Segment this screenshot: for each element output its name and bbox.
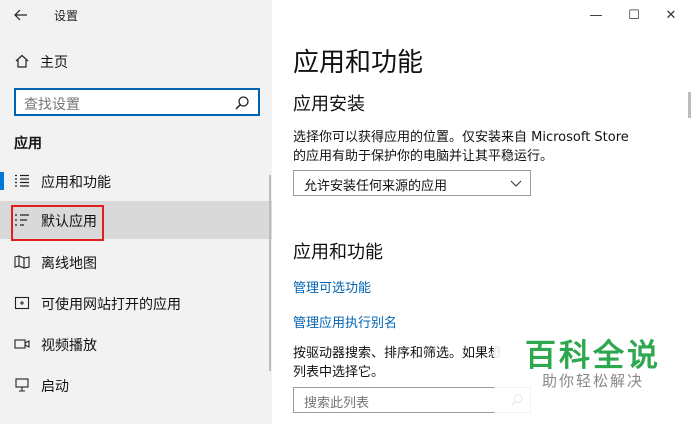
sidebar-item-apps-for-websites[interactable]: 可使用网站打开的应用 <box>0 284 272 322</box>
sidebar-item-offline-maps[interactable]: 离线地图 <box>0 243 272 281</box>
main-content: — ☐ ✕ 应用和功能 应用安装 选择你可以获得应用的位置。仅安装来自 Micr… <box>272 0 692 424</box>
chevron-down-icon <box>510 180 522 187</box>
sidebar-item-startup[interactable]: 启动 <box>0 366 272 404</box>
maximize-button[interactable]: ☐ <box>615 0 653 30</box>
sidebar-item-label: 启动 <box>41 379 69 395</box>
manage-optional-features-link[interactable]: 管理可选功能 <box>293 277 371 296</box>
watermark: 百科全说 助你轻松解决 <box>494 330 692 424</box>
install-description: 选择你可以获得应用的位置。仅安装来自 Microsoft Store 的应用有助… <box>293 130 629 164</box>
manage-app-aliases-link[interactable]: 管理应用执行别名 <box>293 312 397 331</box>
window-title: 设置 <box>54 9 79 23</box>
search-placeholder: 查找设置 <box>24 97 80 113</box>
install-heading: 应用安装 <box>293 94 365 115</box>
section-label-apps: 应用 <box>14 136 42 152</box>
sidebar-scrollbar[interactable] <box>269 175 271 371</box>
back-button[interactable] <box>10 5 32 25</box>
home-icon <box>15 54 29 68</box>
back-arrow-icon <box>14 9 27 21</box>
sidebar-item-video-playback[interactable]: 视频播放 <box>0 325 272 363</box>
sidebar-item-label: 离线地图 <box>41 256 97 272</box>
close-button[interactable]: ✕ <box>652 0 690 30</box>
features-heading: 应用和功能 <box>293 242 383 263</box>
watermark-title: 百科全说 <box>525 338 661 374</box>
main-scrollbar[interactable] <box>688 92 691 118</box>
settings-search-input[interactable]: 查找设置 <box>14 88 260 116</box>
page-title: 应用和功能 <box>293 48 424 78</box>
dropdown-value: 允许安装任何来源的应用 <box>304 179 448 194</box>
sidebar-item-label: 视频播放 <box>41 338 97 354</box>
sidebar: 设置 主页 查找设置 应用 应用和功能 默认应用 离线地图 可使用网站打开的应用… <box>0 0 272 424</box>
home-label: 主页 <box>40 55 68 71</box>
highlight-annotation <box>11 205 104 241</box>
install-source-dropdown[interactable]: 允许安装任何来源的应用 <box>293 170 531 196</box>
apps-for-websites-icon <box>14 296 30 310</box>
startup-icon <box>15 378 29 392</box>
active-indicator <box>0 172 4 190</box>
video-playback-icon <box>14 339 30 349</box>
minimize-icon: — <box>589 7 603 23</box>
titlebar: 设置 <box>0 0 272 30</box>
sidebar-item-label: 应用和功能 <box>41 175 111 191</box>
watermark-subtitle: 助你轻松解决 <box>541 372 644 390</box>
offline-maps-icon <box>14 255 30 269</box>
sidebar-item-apps-features[interactable]: 应用和功能 <box>0 162 272 200</box>
features-description: 按驱动器搜索、排序和筛选。如果想列表中选择它。 <box>293 346 502 380</box>
sidebar-item-label: 可使用网站打开的应用 <box>41 297 181 313</box>
minimize-button[interactable]: — <box>577 0 615 30</box>
list-search-placeholder: 搜索此列表 <box>304 396 370 411</box>
maximize-icon: ☐ <box>628 7 640 23</box>
home-nav-item[interactable]: 主页 <box>0 48 272 74</box>
search-icon[interactable] <box>234 95 250 111</box>
apps-features-icon <box>15 174 29 187</box>
close-icon: ✕ <box>665 7 677 23</box>
